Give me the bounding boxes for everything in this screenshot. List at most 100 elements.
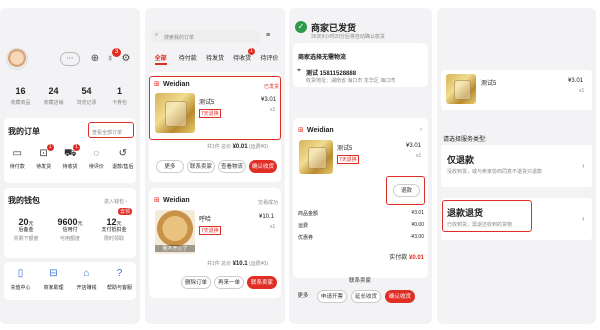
enter-wallet-link[interactable]: 进入钱包 › <box>104 198 127 205</box>
order-card-2: ⊞ Weidian 交易成功 我不开心了 呼哈 7天退换 ¥10.1 x1 共1… <box>149 188 281 298</box>
order-actions: 删除订单 再来一单 联系卖家 <box>149 276 281 292</box>
order-icon-label[interactable]: 待发货 <box>30 163 56 170</box>
order-icon-label[interactable]: 待收货 <box>57 163 83 170</box>
action-button[interactable]: 再来一单 <box>214 276 244 289</box>
action-button[interactable]: 延长收货 <box>351 290 381 303</box>
price-rows: 商品金额 ¥3.01 运费 ¥0.00 优惠券 -¥3.00 <box>293 210 428 254</box>
action-button[interactable]: 更多 <box>293 290 313 303</box>
product-image[interactable] <box>299 140 333 174</box>
tab-4[interactable]: 待评价 <box>256 53 283 62</box>
shop-name[interactable]: Weidian <box>163 81 190 88</box>
tab-0[interactable]: 全部 <box>147 53 174 62</box>
product-title[interactable]: 呼哈 <box>199 214 211 223</box>
product-title[interactable]: 测试5 <box>199 97 214 106</box>
refund-type-panel: 测试5 ¥3.01 x1 请选择服务类型: 仅退款 没收到货，或与卖家协商同意不… <box>437 8 596 324</box>
wallet-tag[interactable]: 去领 <box>118 208 133 215</box>
service-label[interactable]: 商家助理 <box>37 284 70 291</box>
tab-1[interactable]: 待付款 <box>174 53 201 62</box>
help-icon[interactable]: ? <box>114 268 126 280</box>
order-count-badge: 1 <box>46 144 54 151</box>
price-row-value: ¥0.00 <box>411 222 424 228</box>
profile-panel: ⋯ ⊕ ♁ 3 ⚙ 16 收藏商品 24 收藏店铺 54 浏览记录 1 卡券包 我的订单 查看… <box>0 8 140 324</box>
shop-name[interactable]: Weidian <box>163 197 190 204</box>
action-button[interactable]: 联系卖家 <box>247 276 277 289</box>
refund-highlight <box>386 176 425 205</box>
wallet-label: 后备金 <box>18 227 34 233</box>
stat-label[interactable]: 浏览记录 <box>70 99 103 106</box>
tab-2[interactable]: 待发货 <box>201 53 228 62</box>
search-bar[interactable]: ⌕ 搜索我的订单 <box>151 30 261 43</box>
order-count-badge: 1 <box>73 144 80 151</box>
product-qty: x1 <box>270 107 276 113</box>
stats-row: 16 收藏商品 24 收藏店铺 54 浏览记录 1 卡券包 <box>4 86 136 114</box>
refund-icon[interactable]: ↺ <box>117 148 129 160</box>
product-image[interactable]: 我不开心了 <box>155 210 195 254</box>
return-tag: 7天退换 <box>337 155 359 164</box>
contact-seller-button[interactable]: 联系卖家 <box>339 275 381 288</box>
product-title[interactable]: 测试5 <box>337 143 352 152</box>
wallet-label: 支付抵扣金 <box>101 227 127 233</box>
product-image[interactable] <box>155 93 195 133</box>
stat-label[interactable]: 收藏商品 <box>4 99 37 106</box>
stat-value[interactable]: 24 <box>37 86 70 96</box>
return-tag: 7天退换 <box>199 226 221 235</box>
item-card: ⊞ Weidian › 测试5 7天退换 ¥3.01 x1 退款 商品金额 ¥3.… <box>293 118 428 278</box>
order-tabs: 全部 待付款 待发货 待收货 待评价 1 <box>145 48 285 66</box>
refund-only-desc: 没收到货，或与卖家协商同意不退货只退款 <box>447 169 543 175</box>
wallet-sub: 共剩下额度 <box>13 236 39 242</box>
action-button[interactable]: 确认收货 <box>249 160 277 173</box>
price-row-label: 商品金额 <box>298 211 319 217</box>
action-button[interactable]: 删除订单 <box>181 276 211 289</box>
shop-icon: ⊞ <box>154 81 160 88</box>
action-button[interactable]: 确认收货 <box>385 290 415 303</box>
order-icon-label[interactable]: 待评价 <box>83 163 109 170</box>
service-label[interactable]: 帮助与客服 <box>103 284 136 291</box>
stat-label[interactable]: 卡券包 <box>103 99 136 106</box>
stat-value[interactable]: 54 <box>70 86 103 96</box>
wallet-title: 我的钱包 <box>8 196 40 205</box>
phone-icon[interactable]: ▯ <box>15 268 27 280</box>
service-type-label: 请选择服务类型: <box>443 137 487 143</box>
order-icon-label[interactable]: 待付款 <box>4 163 30 170</box>
stat-value[interactable]: 1 <box>103 86 136 96</box>
filter-icon[interactable]: ≡ <box>266 32 270 39</box>
address-name: 测试 15811528888 <box>306 71 357 77</box>
shop-icon[interactable]: ⌂ <box>81 268 93 280</box>
chevron-right-icon[interactable]: › <box>420 127 422 133</box>
message-icon[interactable]: ⊕ <box>88 53 102 65</box>
wallet-card: 我的钱包 进入钱包 › 20元 后备金 共剩下额度 9600元 信用付 可用额度 12元 去领… <box>4 188 136 258</box>
wallet-label: 信用付 <box>62 227 78 233</box>
gear-icon[interactable]: ⚙ <box>119 53 133 65</box>
price-row-label: 运费 <box>298 223 309 229</box>
action-button[interactable]: 申请开票 <box>317 290 347 303</box>
paid-label: 实付款 <box>389 255 408 261</box>
action-button[interactable]: 联系卖家 <box>187 160 215 173</box>
orders-title: 我的订单 <box>8 127 40 136</box>
chat-icon[interactable]: ⋯ <box>60 52 80 66</box>
shop-name[interactable]: Weidian <box>307 127 334 134</box>
chat-icon[interactable]: ◌ <box>90 148 102 160</box>
address-line: 收货地址：湖南省 海口市 龙华区 海口湾 <box>306 78 396 84</box>
wallet-sub: 可用额度 <box>59 236 80 242</box>
stat-label[interactable]: 收藏店铺 <box>37 99 70 106</box>
refund-only-option[interactable]: 仅退款 没收到货，或与卖家协商同意不退货只退款 › <box>441 145 592 187</box>
service-label[interactable]: 充值中心 <box>4 284 37 291</box>
order-detail-panel: ✓ 商家已发货 26天9小时20分后将自动确认收货 商家选择无需物流 ⌖ 测试 … <box>289 8 432 324</box>
assistant-icon[interactable]: ⊟ <box>48 268 60 280</box>
stat-value[interactable]: 16 <box>4 86 37 96</box>
order-list-panel: ⌕ 搜索我的订单 ≡ 全部 待付款 待发货 待收货 待评价 1 ⊞ Weidian 已发货… <box>145 8 285 324</box>
paid-value: ¥0.01 <box>408 255 424 261</box>
action-button[interactable]: 查看物流 <box>218 160 246 173</box>
image-caption: 我不开心了 <box>155 245 195 252</box>
avatar[interactable] <box>6 48 28 70</box>
price-row-value: ¥3.01 <box>411 210 424 216</box>
return-tag: 7天退换 <box>199 109 221 118</box>
service-label[interactable]: 开店赚钱 <box>70 284 103 291</box>
order-icon-label[interactable]: 退款/售后 <box>110 163 136 170</box>
wallet-icon[interactable]: ▭ <box>11 148 23 160</box>
action-button[interactable]: 更多 <box>156 160 184 173</box>
order-status: 已发货 <box>264 84 280 90</box>
wallet-items-row: 20元 后备金 共剩下额度 9600元 信用付 可用额度 12元 去领 支付抵扣金 限时领取 <box>4 208 136 254</box>
shop-icon: ⊞ <box>154 197 160 204</box>
product-qty: x1 <box>270 224 276 230</box>
